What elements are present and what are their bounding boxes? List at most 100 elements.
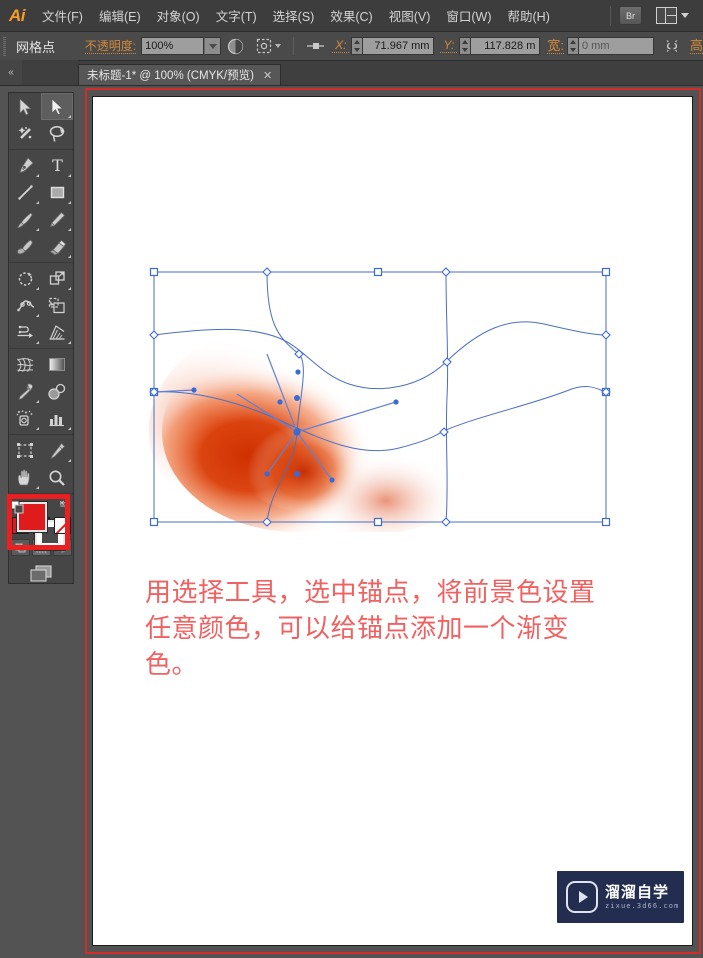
eraser-tool[interactable] [41,233,73,260]
draw-normal-icon [15,543,25,552]
pen-tool[interactable] [9,152,41,179]
scale-tool[interactable] [41,265,73,292]
swap-fill-stroke-icon[interactable]: ↹ [60,498,69,511]
stepper-up-icon [462,40,469,44]
isolation-mode-button[interactable] [256,38,282,54]
x-stepper[interactable] [351,37,363,55]
hand-tool[interactable] [9,464,41,491]
screen-mode-icon [30,565,52,582]
blend-tool[interactable] [41,378,73,405]
align-icon [307,43,325,49]
y-stepper[interactable] [459,37,471,55]
close-icon[interactable]: ✕ [263,69,272,82]
watermark-url: zixue.3d66.com [605,901,680,910]
menu-edit[interactable]: 编辑(E) [92,3,148,28]
control-bar-grip[interactable] [0,32,10,60]
document-tab[interactable]: 未标题-1* @ 100% (CMYK/预览) ✕ [78,64,282,85]
rectangle-tool[interactable] [41,179,73,206]
opacity-sphere-icon [228,38,244,54]
tool-flyout-indicator [68,115,71,118]
magnifier-icon [49,470,65,486]
menu-effect[interactable]: 效果(C) [323,3,379,28]
artboard-tool[interactable] [9,437,41,464]
default-fill-stroke-icon[interactable] [10,500,24,514]
pencil-tool[interactable] [41,206,73,233]
mesh-tool[interactable] [9,351,41,378]
tool-flyout-indicator [68,201,71,204]
chevron-down-icon [208,43,217,49]
tool-flyout-indicator [68,255,71,258]
width-input[interactable]: 0 mm [577,37,654,55]
shape-builder-tool[interactable] [9,319,41,346]
free-transform-tool[interactable] [41,292,73,319]
width-tool[interactable] [9,292,41,319]
stepper-down-icon [462,48,469,52]
color-mode-none[interactable] [53,517,71,534]
tool-flyout-indicator [36,228,39,231]
tool-divider [9,348,73,349]
selection-tool[interactable] [9,93,41,120]
tool-flyout-indicator [36,427,39,430]
gradient-mesh-object[interactable] [149,262,611,532]
lasso-icon [49,125,65,142]
width-label: 宽: [547,37,564,54]
blend-icon [47,383,65,400]
play-button-icon [566,881,598,913]
tool-divider [9,149,73,150]
column-graph-tool[interactable] [41,319,73,346]
collapse-panel-icon[interactable]: « [0,60,22,85]
magic-wand-icon [18,127,31,139]
opacity-label[interactable]: 不透明度: [84,39,137,54]
screen-mode-button[interactable] [9,565,73,583]
y-coordinate-input[interactable]: 117.828 m [470,37,541,55]
opacity-dropdown-button[interactable] [204,37,222,55]
constrain-proportions-button[interactable] [664,39,680,53]
selection-type-label: 网格点 [16,39,56,55]
menu-file[interactable]: 文件(F) [35,3,90,28]
type-tool[interactable]: T [41,152,73,179]
menu-object[interactable]: 对象(O) [150,3,207,28]
workspace-layout-icon [656,7,677,24]
svg-text:T: T [52,157,63,174]
align-button[interactable] [306,40,326,52]
height-label: 高 [689,37,703,54]
transparency-button[interactable] [227,38,244,55]
menu-window[interactable]: 窗口(W) [439,3,498,28]
tool-flyout-indicator [36,174,39,177]
tool-divider [9,493,73,494]
artboard-canvas[interactable]: 用选择工具，选中锚点，将前景色设置任意颜色，可以给锚点添加一个渐变色。 溜溜自学… [92,96,693,946]
blob-brush-tool[interactable] [9,233,41,260]
width-stepper[interactable] [566,37,578,55]
tool-flyout-indicator [36,287,39,290]
x-coordinate-input[interactable]: 71.967 mm [362,37,435,55]
gradient-tool[interactable] [41,351,73,378]
eyedropper-tool[interactable] [9,378,41,405]
graph-tool[interactable] [41,405,73,432]
symbol-sprayer-tool[interactable] [9,405,41,432]
selection-arrow-icon [19,97,31,115]
workspace-switcher[interactable] [656,7,689,24]
menu-help[interactable]: 帮助(H) [501,3,557,28]
tool-flyout-indicator [36,400,39,403]
magic-wand-tool[interactable] [9,120,41,147]
zoom-tool[interactable] [41,464,73,491]
tool-flyout-indicator [36,486,39,489]
menu-view[interactable]: 视图(V) [382,3,438,28]
y-coordinate-label: Y: [440,39,458,53]
document-tab-label: 未标题-1* @ 100% (CMYK/预览) [87,70,254,82]
perspective-grid-icon [49,325,65,340]
bridge-button[interactable]: Br [619,6,642,25]
paintbrush-tool[interactable] [9,206,41,233]
menu-select[interactable]: 选择(S) [266,3,322,28]
draw-normal-mode[interactable] [10,539,30,556]
direct-selection-tool[interactable] [41,93,73,120]
instruction-annotation-text: 用选择工具，选中锚点，将前景色设置任意颜色，可以给锚点添加一个渐变色。 [145,578,596,680]
direct-selection-arrow-icon [51,97,63,115]
line-segment-tool[interactable] [9,179,41,206]
watermark-brand: 溜溜自学 [605,882,670,901]
rotate-tool[interactable] [9,265,41,292]
slice-tool[interactable] [41,437,73,464]
lasso-tool[interactable] [41,120,73,147]
opacity-input[interactable]: 100% [141,37,205,55]
menu-type[interactable]: 文字(T) [209,3,264,28]
